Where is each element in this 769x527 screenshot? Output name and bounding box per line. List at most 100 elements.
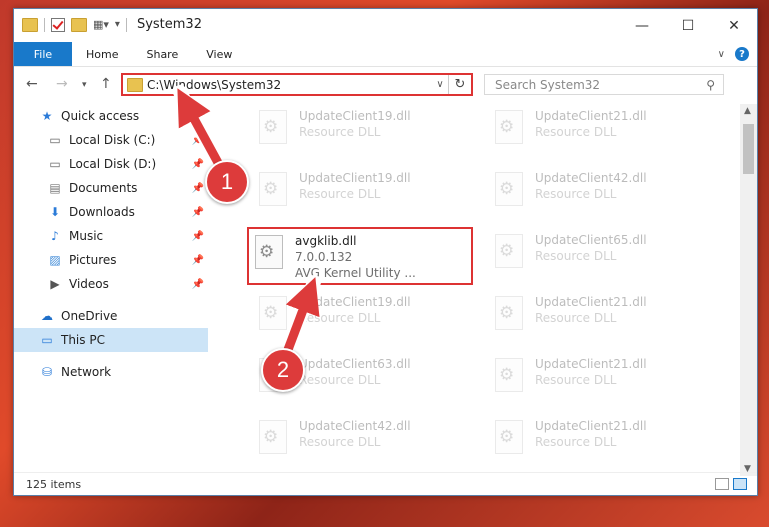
document-icon: ▤ xyxy=(49,181,61,195)
file-name: UpdateClient19.dll xyxy=(299,295,411,309)
tab-file[interactable]: File xyxy=(14,42,72,66)
file-text: UpdateClient19.dll Resource DLL xyxy=(299,104,411,160)
sidebar-item-documents[interactable]: ▤ Documents 📌 xyxy=(14,176,208,200)
sidebar-item-label: Local Disk (D:) xyxy=(69,157,157,171)
computer-icon: ▭ xyxy=(41,333,53,347)
tab-home[interactable]: Home xyxy=(72,42,132,66)
file-tile[interactable]: ⚙ UpdateClient19.dll Resource DLL xyxy=(241,166,471,222)
file-tile[interactable]: ⚙ UpdateClient65.dll Resource DLL xyxy=(477,228,707,284)
file-text: UpdateClient21.dll Resource DLL xyxy=(535,352,647,408)
file-description: Resource DLL xyxy=(299,373,381,387)
file-description: Resource DLL xyxy=(535,373,617,387)
download-icon: ⬇ xyxy=(49,205,61,219)
star-icon: ★ xyxy=(41,109,53,123)
vertical-scrollbar[interactable]: ▲ ▼ xyxy=(740,104,757,476)
back-arrow-icon[interactable]: ← xyxy=(26,76,38,92)
explorer-window: ▦▾ ▾ System32 — ☐ ✕ File Home Share View… xyxy=(13,8,758,496)
close-button[interactable]: ✕ xyxy=(711,9,757,42)
pin-icon[interactable]: 📌 xyxy=(192,135,204,146)
maximize-button[interactable]: ☐ xyxy=(665,9,711,42)
dll-file-icon: ⚙ xyxy=(257,110,289,146)
sidebar-item-label: Music xyxy=(69,229,104,243)
file-tile[interactable]: ⚙ UpdateClient42.dll Resource DLL xyxy=(241,414,471,462)
toolbar-dropdown-icon[interactable]: ▾ xyxy=(115,19,120,30)
file-tile[interactable]: ⚙ UpdateClient21.dll Resource DLL xyxy=(477,104,707,160)
sidebar-item-videos[interactable]: ▶ Videos 📌 xyxy=(14,272,208,296)
file-tile[interactable]: ⚙ UpdateClient19.dll Resource DLL xyxy=(241,290,471,346)
sidebar-item-label: This PC xyxy=(61,333,105,347)
up-arrow-icon[interactable]: ↑ xyxy=(100,76,112,92)
tab-view[interactable]: View xyxy=(192,42,246,66)
sidebar-item-pictures[interactable]: ▨ Pictures 📌 xyxy=(14,248,208,272)
file-tile[interactable]: ⚙ UpdateClient21.dll Resource DLL xyxy=(477,352,707,408)
file-description: Resource DLL xyxy=(299,125,381,139)
pin-icon[interactable]: 📌 xyxy=(192,255,204,266)
file-text: UpdateClient19.dll Resource DLL xyxy=(299,290,411,346)
details-view-icon[interactable] xyxy=(715,478,729,490)
sidebar-item-this-pc[interactable]: ▭ This PC xyxy=(14,328,208,352)
sidebar-item-label: Local Disk (C:) xyxy=(69,133,156,147)
ribbon-right: ∨ ? xyxy=(718,47,749,61)
file-description: Resource DLL xyxy=(535,187,617,201)
pin-icon[interactable]: 📌 xyxy=(192,231,204,242)
file-text: avgklib.dll 7.0.0.132 AVG Kernel Utility .… xyxy=(295,229,416,283)
pin-icon[interactable]: 📌 xyxy=(192,183,204,194)
dll-file-icon: ⚙ xyxy=(257,296,289,332)
file-description: Resource DLL xyxy=(535,249,617,263)
new-folder-icon[interactable] xyxy=(71,17,87,32)
scroll-up-icon[interactable]: ▲ xyxy=(744,106,751,116)
dll-file-icon: ⚙ xyxy=(493,420,525,456)
recent-locations-icon[interactable]: ▾ xyxy=(82,80,87,90)
sidebar-item-quick-access[interactable]: ★ Quick access xyxy=(14,104,208,128)
address-bar[interactable]: C:\Windows\System32 ∨ ↻ xyxy=(121,73,473,96)
dll-file-icon: ⚙ xyxy=(493,234,525,270)
status-bar: 125 items xyxy=(14,472,757,495)
address-path[interactable]: C:\Windows\System32 xyxy=(147,78,432,92)
step-badge-2: 2 xyxy=(261,348,305,392)
sidebar-item-local-disk-c[interactable]: ▭ Local Disk (C:) 📌 xyxy=(14,128,208,152)
scroll-thumb[interactable] xyxy=(743,124,754,174)
file-name: UpdateClient42.dll xyxy=(299,419,411,433)
sidebar-item-label: Documents xyxy=(69,181,138,195)
sidebar-item-onedrive[interactable]: ☁ OneDrive xyxy=(14,304,208,328)
tiles-view-icon[interactable] xyxy=(733,478,747,490)
network-icon: ⛁ xyxy=(41,365,53,379)
dll-file-icon: ⚙ xyxy=(257,172,289,208)
file-name: UpdateClient42.dll xyxy=(535,171,647,185)
file-tile-avgklib[interactable]: ⚙ avgklib.dll 7.0.0.132 AVG Kernel Utility … xyxy=(247,227,473,285)
sidebar-item-music[interactable]: ♪ Music 📌 xyxy=(14,224,208,248)
file-description: Resource DLL xyxy=(535,311,617,325)
file-tile[interactable]: ⚙ UpdateClient21.dll Resource DLL xyxy=(477,290,707,346)
view-toggles xyxy=(715,478,747,490)
file-text: UpdateClient42.dll Resource DLL xyxy=(535,166,647,222)
file-name: UpdateClient21.dll xyxy=(535,109,647,123)
pin-icon[interactable]: 📌 xyxy=(192,207,204,218)
pin-icon[interactable]: 📌 xyxy=(192,159,204,170)
file-tile[interactable]: ⚙ UpdateClient19.dll Resource DLL xyxy=(241,104,471,160)
search-placeholder: Search System32 xyxy=(495,77,601,92)
expand-ribbon-icon[interactable]: ∨ xyxy=(718,49,725,60)
file-tile[interactable]: ⚙ UpdateClient42.dll Resource DLL xyxy=(477,166,707,222)
properties-icon[interactable] xyxy=(51,17,65,32)
navigation-pane: ★ Quick access ▭ Local Disk (C:) 📌 ▭ Local Dis… xyxy=(14,104,208,464)
customize-toolbar-icon[interactable]: ▦▾ xyxy=(93,18,109,31)
video-icon: ▶ xyxy=(50,277,60,291)
file-name: UpdateClient21.dll xyxy=(535,295,647,309)
sidebar-item-downloads[interactable]: ⬇ Downloads 📌 xyxy=(14,200,208,224)
file-company: AVG Kernel Utility ... xyxy=(295,266,416,280)
drive-icon: ▭ xyxy=(49,157,61,171)
help-icon[interactable]: ? xyxy=(735,47,749,61)
search-input[interactable]: Search System32 ⚲ xyxy=(484,74,724,95)
sidebar-item-network[interactable]: ⛁ Network xyxy=(14,360,208,384)
sidebar-item-local-disk-d[interactable]: ▭ Local Disk (D:) 📌 xyxy=(14,152,208,176)
address-dropdown-icon[interactable]: ∨ xyxy=(432,79,448,90)
forward-arrow-icon[interactable]: → xyxy=(56,76,68,92)
tab-share[interactable]: Share xyxy=(132,42,192,66)
file-tile[interactable]: ⚙ UpdateClient21.dll Resource DLL xyxy=(477,414,707,462)
minimize-button[interactable]: — xyxy=(619,9,665,42)
pin-icon[interactable]: 📌 xyxy=(192,279,204,290)
file-text: UpdateClient19.dll Resource DLL xyxy=(299,166,411,222)
refresh-icon[interactable]: ↻ xyxy=(448,75,471,94)
toolbar-divider xyxy=(44,17,45,32)
quick-access-toolbar: ▦▾ ▾ System32 xyxy=(22,17,202,32)
